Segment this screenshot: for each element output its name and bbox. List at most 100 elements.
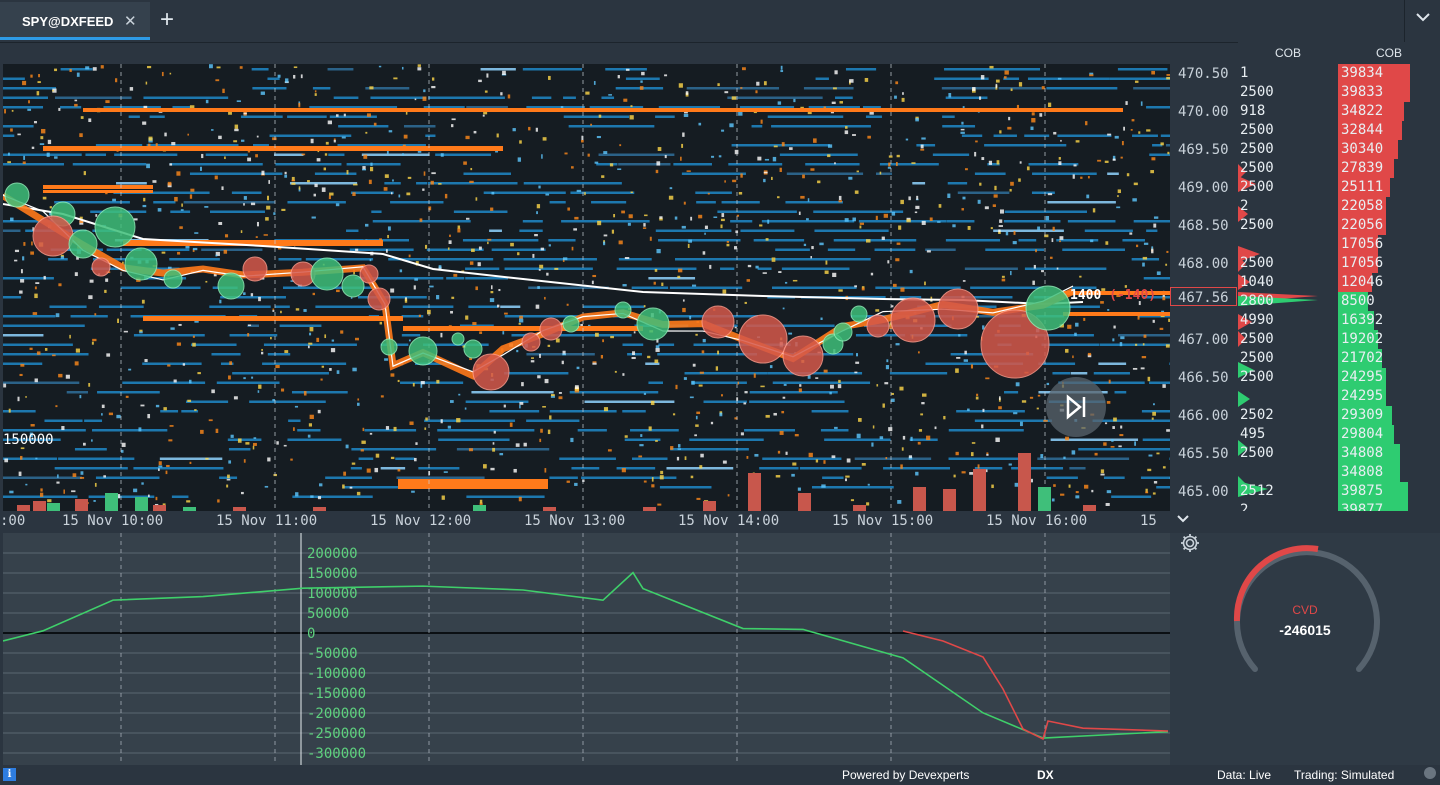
liquidity-speck xyxy=(632,351,636,356)
liquidity-speck xyxy=(100,65,104,69)
cvd-chart[interactable]: 200000 150000 100000 50000 0 -50000 -100000 -15… xyxy=(3,533,1170,765)
liquidity-band xyxy=(3,353,89,356)
liquidity-speck xyxy=(740,432,744,436)
liquidity-speck xyxy=(490,290,494,294)
liquidity-speck xyxy=(447,425,451,429)
liquidity-speck xyxy=(992,204,996,207)
liquidity-speck xyxy=(1120,425,1123,429)
liquidity-speck xyxy=(888,427,893,432)
liquidity-speck xyxy=(28,100,30,104)
collapse-icon[interactable] xyxy=(1176,512,1190,529)
cob-right-value: 17056 xyxy=(1341,255,1384,271)
liquidity-speck xyxy=(423,89,426,93)
liquidity-speck xyxy=(237,438,242,443)
liquidity-speck xyxy=(436,379,440,384)
liquidity-speck xyxy=(245,442,250,445)
cob-right-value: 24295 xyxy=(1341,388,1384,404)
liquidity-speck xyxy=(422,96,427,101)
close-icon[interactable]: ✕ xyxy=(124,12,137,30)
liquidity-speck xyxy=(158,468,160,471)
liquidity-band xyxy=(998,87,1042,90)
liquidity-speck xyxy=(63,489,65,494)
liquidity-speck xyxy=(215,79,220,82)
liquidity-speck xyxy=(643,223,646,227)
liquidity-band xyxy=(171,495,189,498)
liquidity-speck xyxy=(29,347,33,350)
liquidity-band xyxy=(3,343,73,346)
liquidity-speck xyxy=(373,122,377,126)
liquidity-band xyxy=(292,495,373,498)
liquidity-band xyxy=(491,248,546,251)
liquidity-band xyxy=(267,77,280,80)
liquidity-speck xyxy=(23,242,26,246)
liquidity-speck xyxy=(554,267,559,270)
liquidity-speck xyxy=(256,135,259,138)
liquidity-speck xyxy=(690,216,693,221)
liquidity-band xyxy=(598,153,675,156)
liquidity-speck xyxy=(800,195,805,199)
liquidity-speck xyxy=(179,226,183,229)
liquidity-band xyxy=(1004,391,1019,394)
liquidity-band xyxy=(674,258,773,261)
liquidity-band xyxy=(84,419,103,422)
liquidity-speck xyxy=(698,122,702,126)
liquidity-speck xyxy=(74,99,78,102)
liquidity-speck xyxy=(58,373,63,378)
liquidity-speck xyxy=(811,246,814,250)
tab-menu-button[interactable] xyxy=(1404,0,1440,42)
liquidity-speck xyxy=(448,240,452,244)
liquidity-band xyxy=(44,419,83,422)
liquidity-speck xyxy=(265,217,269,221)
play-next-button[interactable] xyxy=(1046,377,1106,437)
liquidity-speck xyxy=(960,131,965,134)
liquidity-speck xyxy=(1146,129,1151,132)
liquidity-band xyxy=(703,400,747,403)
liquidity-speck xyxy=(999,396,1001,400)
liquidity-speck xyxy=(584,192,586,196)
liquidity-band xyxy=(489,410,540,413)
liquidity-speck xyxy=(1140,101,1143,106)
skip-forward-icon xyxy=(1066,394,1086,420)
liquidity-band xyxy=(845,68,877,71)
liquidity-speck xyxy=(475,286,478,291)
add-tab-button[interactable]: + xyxy=(160,6,174,34)
liquidity-speck xyxy=(451,124,454,128)
liquidity-speck xyxy=(794,434,799,437)
time-axis[interactable]: :00 15 Nov 10:00 15 Nov 11:00 15 Nov 12:00 1… xyxy=(0,511,1170,533)
liquidity-speck xyxy=(649,236,652,241)
info-icon[interactable]: i xyxy=(3,768,16,781)
liquidity-speck xyxy=(541,154,543,159)
heatmap-chart[interactable]: 150000 xyxy=(3,64,1170,511)
liquidity-band xyxy=(305,258,374,261)
liquidity-speck xyxy=(8,152,10,156)
liquidity-speck xyxy=(80,471,84,475)
tab-spy[interactable]: SPY@DXFEED ✕ xyxy=(0,2,150,40)
liquidity-speck xyxy=(1074,332,1077,336)
liquidity-speck xyxy=(844,130,849,135)
liquidity-speck xyxy=(197,372,201,375)
liquidity-speck xyxy=(1005,231,1009,236)
liquidity-band xyxy=(1078,448,1170,451)
liquidity-speck xyxy=(692,363,696,367)
liquidity-band xyxy=(229,334,278,337)
liquidity-band xyxy=(190,343,237,346)
liquidity-speck xyxy=(56,481,60,484)
sell-trade-bubble xyxy=(866,314,890,338)
liquidity-band xyxy=(622,410,646,413)
liquidity-speck xyxy=(1029,396,1034,399)
liquidity-speck xyxy=(924,281,926,286)
liquidity-speck xyxy=(777,450,781,454)
liquidity-speck xyxy=(1151,249,1154,254)
cob-left-value: 1 xyxy=(1240,65,1249,81)
liquidity-speck xyxy=(36,91,40,96)
liquidity-speck xyxy=(782,307,785,310)
liquidity-speck xyxy=(882,403,885,408)
liquidity-band xyxy=(1092,419,1170,422)
liquidity-speck xyxy=(57,474,59,478)
liquidity-speck xyxy=(680,156,682,161)
liquidity-speck xyxy=(1120,336,1125,340)
liquidity-speck xyxy=(629,115,634,120)
liquidity-band xyxy=(618,258,652,261)
liquidity-band xyxy=(231,191,262,194)
liquidity-speck xyxy=(778,271,782,274)
